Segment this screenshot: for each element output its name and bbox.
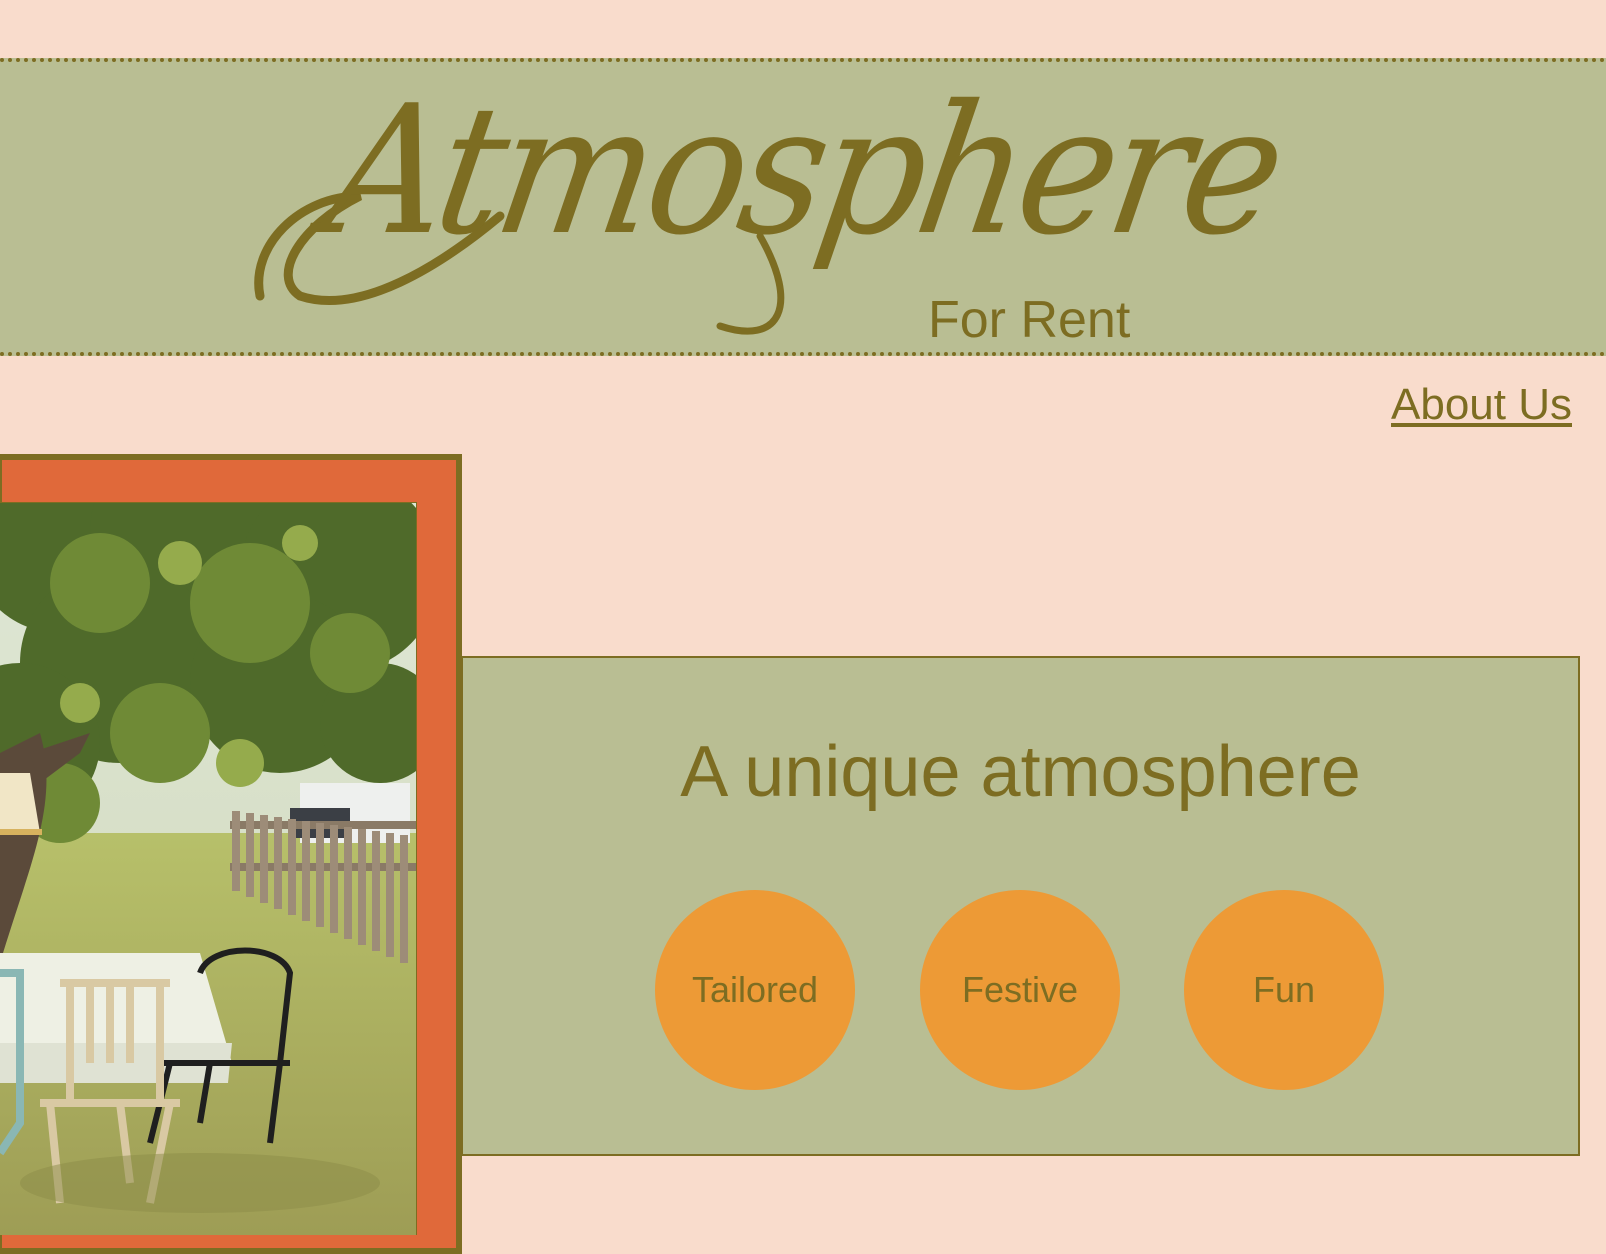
feature-circle-festive: Festive [920,890,1120,1090]
brand-title-text: Atmosphere [313,67,1294,274]
feature-circle-fun: Fun [1184,890,1384,1090]
nav-about-us-link[interactable]: About Us [1391,378,1572,432]
feature-label: Festive [961,969,1079,1010]
garden-table-photo [0,502,417,1235]
info-panel: A unique atmosphere Tailored Festive Fun [461,656,1580,1156]
feature-label: Tailored [691,969,819,1010]
panel-heading: A unique atmosphere [680,732,1361,812]
brand-subtitle: For Rent [928,291,1131,349]
feature-circle-tailored: Tailored [655,890,855,1090]
brand-logo-title[interactable]: Atmosphere [0,67,1606,342]
feature-label: Fun [1252,969,1316,1010]
